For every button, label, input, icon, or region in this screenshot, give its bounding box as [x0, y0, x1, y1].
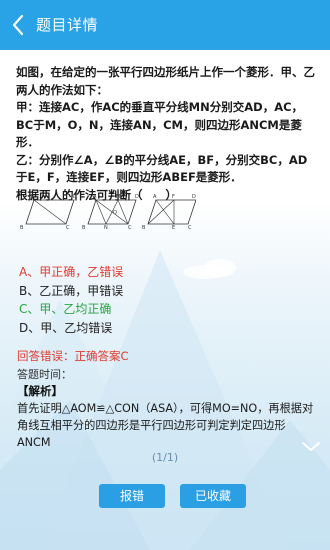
- page-title: 题目详情: [36, 16, 99, 34]
- page-indicator: (1/1): [151, 451, 179, 464]
- chevron-left-icon: [12, 14, 24, 36]
- option-a[interactable]: A、甲正确，乙错误: [19, 263, 123, 282]
- favorite-button[interactable]: 已收藏: [180, 484, 246, 508]
- figure-label: A: [93, 194, 97, 200]
- app-header: 题目详情: [0, 0, 330, 50]
- figure-label: C: [188, 225, 192, 230]
- answer-time-label: 答题时间：: [17, 368, 72, 381]
- analysis-text: 首先证明△AOM≌△CON（ASA），可得MO=NO，再根据对角线互相平分的四边…: [17, 402, 314, 449]
- question-text: 如图，在给定的一张平行四边形纸片上作一个菱形．甲、乙两人的作法如下： 甲：连接A…: [16, 65, 315, 202]
- figure-label: F: [172, 194, 175, 200]
- figure-label: C: [128, 225, 132, 230]
- figure-label: D: [73, 194, 77, 200]
- option-c[interactable]: C、甲、乙均正确: [19, 300, 123, 319]
- figure-label: A: [31, 194, 35, 200]
- figure-label: N: [104, 225, 108, 230]
- answer-options: A、甲正确，乙错误 B、乙正确，甲错误 C、甲、乙均正确 D、甲、乙均错误: [19, 263, 123, 337]
- answer-result: 回答错误：正确答案C: [17, 349, 129, 363]
- figure-label: B: [20, 225, 24, 230]
- back-button[interactable]: [6, 12, 32, 38]
- report-error-button[interactable]: 报错: [99, 484, 165, 508]
- figure-label: D: [135, 194, 139, 200]
- figure-label: O: [113, 210, 117, 216]
- analysis-title: 【解析】: [17, 384, 63, 398]
- question-figure: A D B C A M D O B N C A F D B E C: [20, 194, 196, 230]
- figure-label: B: [82, 225, 86, 230]
- option-d[interactable]: D、甲、乙均错误: [19, 319, 123, 338]
- figure-label: B: [142, 225, 146, 230]
- figure-label: A: [153, 194, 157, 200]
- figure-label: M: [116, 194, 120, 200]
- figure-label: C: [66, 225, 70, 230]
- figure-label: D: [192, 194, 196, 200]
- question-area: 如图，在给定的一张平行四边形纸片上作一个菱形．甲、乙两人的作法如下： 甲：连接A…: [16, 64, 316, 204]
- option-b[interactable]: B、乙正确，甲错误: [19, 282, 123, 301]
- figure-label: E: [172, 225, 175, 230]
